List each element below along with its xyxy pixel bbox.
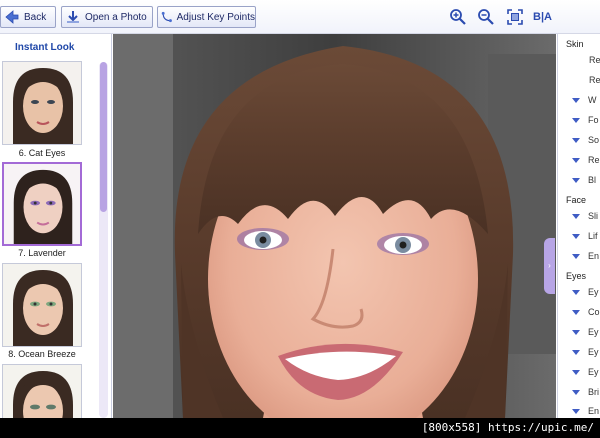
photo-canvas[interactable] <box>113 34 556 418</box>
expand-triangle-icon <box>572 214 580 220</box>
look-thumbnail-selected[interactable] <box>2 162 82 246</box>
app-window: Back Open a Photo Adjust Key Points B|A … <box>0 0 600 438</box>
panel-title: Instant Look <box>15 42 75 53</box>
adjust-key-points-button[interactable]: Adjust Key Points <box>157 6 256 28</box>
face-item[interactable]: En <box>572 251 600 263</box>
eyes-item[interactable]: En <box>572 406 600 418</box>
eyes-item-label: En <box>588 406 600 416</box>
expand-triangle-icon <box>572 390 580 396</box>
look-thumbnail[interactable] <box>2 61 82 145</box>
face-item[interactable]: Sli <box>572 211 600 223</box>
skin-item[interactable]: W <box>572 95 600 107</box>
face-preview-image <box>4 164 80 244</box>
adjust-key-points-label: Adjust Key Points <box>176 11 255 23</box>
panel-collapse-handle[interactable]: › <box>544 238 555 294</box>
section-title-skin: Skin <box>566 39 584 49</box>
skin-item-label: So <box>588 135 600 145</box>
eyes-item[interactable]: Ey <box>572 367 600 379</box>
skin-item-label: Bl <box>588 175 597 185</box>
open-photo-icon <box>67 11 79 23</box>
toolbar: Back Open a Photo Adjust Key Points B|A <box>0 0 600 34</box>
zoom-in-icon[interactable] <box>449 8 467 26</box>
eyes-item-label: Ey <box>588 327 599 337</box>
fit-to-screen-icon[interactable] <box>506 8 524 26</box>
expand-triangle-icon <box>572 310 580 316</box>
skin-item[interactable]: Re <box>589 75 600 87</box>
section-title-eyes: Eyes <box>566 271 587 281</box>
eyes-item-label: Bri <box>588 387 599 397</box>
look-thumbnail[interactable] <box>2 364 82 418</box>
skin-item-label: W <box>588 95 597 105</box>
face-preview-image <box>3 62 81 144</box>
eyes-item[interactable]: Ey <box>572 327 600 339</box>
back-button[interactable]: Back <box>0 6 56 28</box>
expand-triangle-icon <box>572 118 580 124</box>
expand-triangle-icon <box>572 234 580 240</box>
eyes-item[interactable]: Co <box>572 307 600 319</box>
eyes-item[interactable]: Ey <box>572 347 600 359</box>
face-preview-image <box>3 264 81 346</box>
expand-triangle-icon <box>572 330 580 336</box>
expand-triangle-icon <box>572 290 580 296</box>
skin-item[interactable]: So <box>572 135 600 147</box>
skin-item[interactable]: Fo <box>572 115 600 127</box>
expand-triangle-icon <box>572 158 580 164</box>
look-label: 7. Lavender <box>18 248 66 258</box>
eyes-item[interactable]: Ey <box>572 287 600 299</box>
eyes-item-label: Co <box>588 307 600 317</box>
open-photo-button[interactable]: Open a Photo <box>61 6 153 28</box>
face-item-label: Lif <box>588 231 598 241</box>
eyes-item-label: Ey <box>588 287 599 297</box>
face-item-label: Sli <box>588 211 599 221</box>
expand-triangle-icon <box>572 254 580 260</box>
expand-triangle-icon <box>572 138 580 144</box>
skin-item-label: Re <box>588 155 600 165</box>
eyes-item[interactable]: Bri <box>572 387 600 399</box>
skin-item[interactable]: Bl <box>572 175 600 187</box>
skin-item-label: Fo <box>588 115 599 125</box>
eyes-item-label: Ey <box>588 347 599 357</box>
portrait-photo <box>113 34 556 418</box>
open-photo-label: Open a Photo <box>85 11 147 23</box>
section-title-face: Face <box>566 195 587 205</box>
face-item-label: En <box>588 251 600 261</box>
instant-look-panel: Instant Look 6. Cat Eyes 7. Lavender 8. … <box>0 34 112 418</box>
back-label: Back <box>24 11 47 23</box>
face-item[interactable]: Lif <box>572 231 600 243</box>
expand-triangle-icon <box>572 370 580 376</box>
skin-item[interactable]: Re <box>572 155 600 167</box>
expand-triangle-icon <box>572 350 580 356</box>
watermark-bar: [800x558] https://upic.me/ <box>0 418 600 438</box>
thumbnail-scrollbar-thumb[interactable] <box>100 62 107 212</box>
look-label: 6. Cat Eyes <box>18 148 66 158</box>
back-arrow-icon <box>5 10 19 24</box>
skin-item[interactable]: Re <box>589 55 600 67</box>
expand-triangle-icon <box>572 178 580 184</box>
eyes-item-label: Ey <box>588 367 599 377</box>
adjustments-panel: Skin Re Re W Fo So Re Bl Face Sli Lif En… <box>557 34 600 418</box>
look-thumbnail[interactable] <box>2 263 82 347</box>
adjust-points-icon <box>161 11 172 23</box>
expand-triangle-icon <box>572 409 580 415</box>
before-after-toggle[interactable]: B|A <box>533 8 555 26</box>
zoom-out-icon[interactable] <box>477 8 495 26</box>
face-preview-image <box>3 365 81 418</box>
look-label: 8. Ocean Breeze <box>8 349 76 359</box>
watermark-text: [800x558] https://upic.me/ <box>421 421 594 434</box>
expand-triangle-icon <box>572 98 580 104</box>
